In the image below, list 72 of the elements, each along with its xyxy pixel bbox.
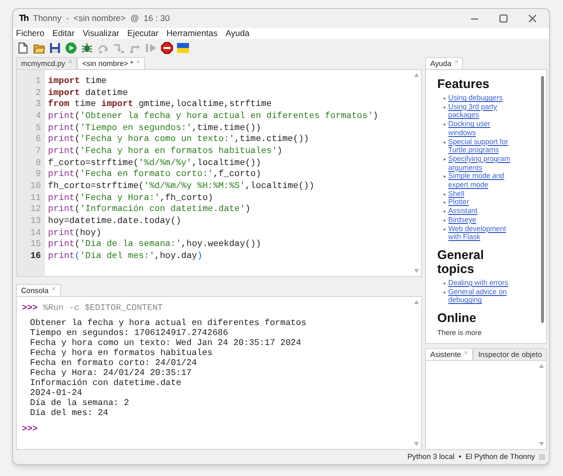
code-line: print('Obtener la fecha y hora actual en diferentes formatos') (48, 111, 380, 123)
menu-item[interactable]: Editar (52, 27, 75, 40)
line-number: 12 (30, 204, 41, 216)
bug-icon[interactable] (81, 42, 93, 54)
console-output: Fecha y Hora: 24/01/24 20:35:17 (29, 368, 193, 378)
scroll-down-icon[interactable] (414, 442, 419, 446)
scroll-up-icon[interactable] (414, 73, 419, 77)
menu-item[interactable]: Ejecutar (127, 27, 158, 40)
close-icon[interactable] (528, 14, 537, 23)
scroll-up-icon[interactable] (414, 300, 419, 304)
console-output: 2024-01-24 (29, 388, 84, 398)
save-icon[interactable] (49, 42, 61, 54)
code-line: print('Fecha y hora en formatos habituales') (48, 146, 284, 158)
line-number: 16 (30, 251, 41, 263)
code-line: import time (48, 76, 108, 88)
code-line: hoy=datetime.date.today() (48, 216, 182, 228)
console-output: Fecha en formato corto: 24/01/24 (29, 358, 198, 368)
menu-item[interactable]: Herramientas (166, 27, 218, 40)
line-number: 11 (30, 192, 41, 204)
flag-icon[interactable] (177, 42, 189, 54)
code-line: fh_corto=strftime('%d/%m/%y %H:%M:%S',localtime()) (48, 181, 316, 193)
help-heading: Online (437, 311, 478, 326)
console-command: >>> %Run -c $EDITOR_CONTENT (22, 303, 164, 314)
play-icon[interactable] (65, 42, 77, 54)
line-number: 15 (30, 239, 41, 252)
console-output: Obtener la fecha y hora actual en diferentes formatos (29, 318, 308, 328)
code-line: print('Fecha en formato corto:',f_corto) (48, 169, 262, 182)
new-file-icon[interactable] (17, 42, 29, 54)
folder-icon[interactable] (33, 42, 45, 54)
app-logo: Th (19, 12, 28, 25)
window-title: Thonny - <sin nombre> @ 16 : 30 (33, 12, 171, 25)
stop-icon[interactable] (161, 42, 173, 54)
console-prompt: >>> (22, 424, 39, 435)
maximize-icon[interactable] (499, 14, 508, 23)
code-line: print('Fecha y hora como un texto:',time.ctime()) (48, 134, 310, 146)
scroll-up-icon[interactable] (538, 364, 544, 368)
scroll-down-icon[interactable] (414, 269, 419, 273)
scroll-down-icon[interactable] (538, 442, 544, 446)
menu-item[interactable]: Ayuda (225, 27, 250, 40)
line-number: 4 (36, 111, 41, 123)
menu-item[interactable]: Visualizar (82, 27, 120, 40)
scrollbar-thumb[interactable] (540, 76, 544, 323)
code-line: print(hoy) (48, 228, 102, 240)
help-heading: General topics (437, 248, 485, 276)
code-line: print('Día del mes:',hoy.day) (48, 251, 204, 263)
line-number: 3 (36, 99, 41, 112)
menu-item[interactable]: Fichero (16, 27, 44, 40)
line-number: 6 (36, 134, 41, 146)
line-number: 10 (30, 181, 41, 193)
code-line: print('Fecha y Hora:',fh_corto) (48, 192, 214, 204)
code-line: print('Día de la semana:',hoy.weekday()) (48, 239, 262, 252)
line-number: 8 (36, 158, 41, 170)
console-output: Fecha y hora en formatos habituales (29, 348, 214, 358)
console-output: Tiempo en segundos: 1706124917.2742686 (29, 328, 230, 338)
code-line: f_corto=strftime('%d/%m/%y',localtime()) (48, 158, 262, 170)
line-number: 2 (36, 88, 41, 100)
code-line: from time import gmtime,localtime,strftime (48, 99, 273, 112)
help-heading: Features (437, 77, 490, 91)
resize-grip-icon[interactable] (539, 454, 545, 460)
console-output: Día de la semana: 2 (29, 398, 130, 408)
line-number: 1 (36, 76, 41, 88)
console-output: Fecha y hora como un texto: Wed Jan 24 20:35:17 2024 (29, 338, 302, 348)
line-number: 13 (30, 216, 41, 228)
line-number: 5 (36, 122, 41, 134)
console-output: Información con datetime.date (29, 378, 182, 388)
console-output: Día del mes: 24 (29, 408, 110, 418)
code-line: import datetime (48, 88, 129, 99)
code-line: print('Tiempo en segundos:',time.time()) (48, 122, 262, 134)
line-number: 9 (36, 169, 41, 182)
code-line: print('Información con datetime.date') (48, 204, 252, 216)
line-number: 14 (30, 228, 41, 240)
line-number: 7 (36, 146, 41, 158)
